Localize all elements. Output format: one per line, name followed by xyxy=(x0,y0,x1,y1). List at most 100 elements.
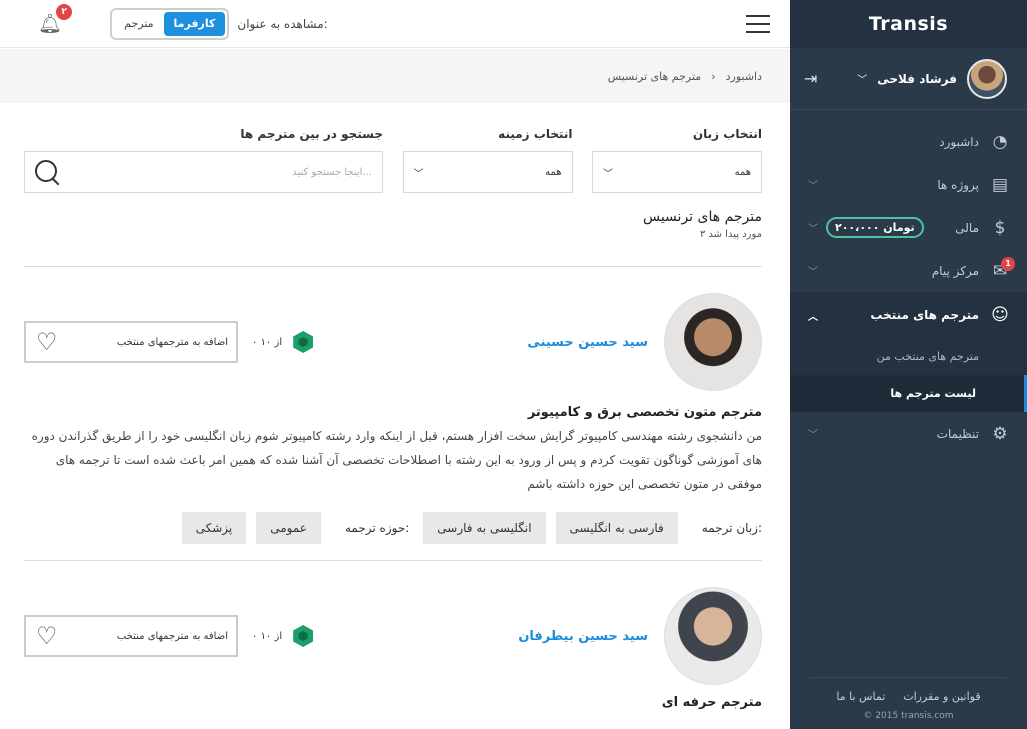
sidebar-item-label: مترجم های منتخب xyxy=(870,308,979,322)
language-tag: فارسی به انگلیسی xyxy=(555,512,678,544)
rating-value: ۰ از ۱۰ xyxy=(252,336,283,348)
hexagon-badge-icon xyxy=(293,625,314,647)
translator-card: ♡ اضافه به مترجمهای منتخب ۰ از ۱۰ سید حس… xyxy=(24,561,762,726)
sidebar-item-label: مرکز پیام xyxy=(931,263,979,278)
translator-photo[interactable] xyxy=(664,587,762,685)
chevron-down-icon: ﹀ xyxy=(808,267,818,278)
sidebar-item-projects[interactable]: ﹀ پروژه ها ▤ xyxy=(790,163,1027,206)
users-check-icon: ☺ xyxy=(991,305,1009,325)
hamburger-menu-icon[interactable] xyxy=(746,14,770,33)
chevron-down-icon: ﹀ xyxy=(413,168,424,180)
logo[interactable]: Transis xyxy=(790,0,1027,48)
copyright: © 2015 transis.com xyxy=(863,711,954,721)
logout-icon[interactable]: ⇥ xyxy=(804,69,817,88)
results-title: مترجم های ترنسیس xyxy=(642,209,762,225)
contact-link[interactable]: تماس با ما xyxy=(836,690,885,703)
sidebar-item-finance[interactable]: ﹀ ۲۰۰،۰۰۰ تومان مالی $ xyxy=(790,206,1027,249)
translator-photo[interactable] xyxy=(664,293,762,391)
rating-value: ۰ از ۱۰ xyxy=(252,630,283,642)
money-bag-icon: $ xyxy=(994,217,1006,238)
breadcrumb-current: مترجم های ترنسیس xyxy=(607,69,702,83)
filters: جستجو در بین مترجم ها اینجا جستجو کنید..… xyxy=(24,127,762,193)
sidebar-subitem-my-favorites[interactable]: مترجم های منتخب من xyxy=(790,338,1027,375)
translator-bio: من دانشجوی رشته مهندسی کامپیوتر گرایش سخ… xyxy=(31,429,762,491)
search-icon[interactable] xyxy=(33,158,61,186)
gear-icon: ⚙ xyxy=(992,423,1008,444)
avatar[interactable] xyxy=(967,58,1007,99)
chevron-up-icon: ︿ xyxy=(808,311,818,323)
field-select-value: همه xyxy=(545,166,562,178)
user-panel: ⇥ ﹀ فرشاد فلاحی xyxy=(790,48,1027,110)
translator-specialty: مترجم متون تخصصی برق و کامپیوتر xyxy=(527,405,762,420)
role-option-translator[interactable]: مترجم xyxy=(114,12,163,36)
chevron-down-icon: ﹀ xyxy=(808,430,818,441)
translator-name-link[interactable]: سید حسین حسینی xyxy=(527,335,648,350)
notification-count-badge: ۲ xyxy=(56,4,73,20)
balance-badge: ۲۰۰،۰۰۰ تومان xyxy=(826,217,924,238)
speedometer-icon: ◔ xyxy=(992,131,1008,152)
results-header: مترجم های ترنسیس ۳ مورد پیدا شد xyxy=(24,209,762,267)
hexagon-badge-icon xyxy=(293,331,314,353)
results-count: ۳ مورد پیدا شد xyxy=(699,229,762,240)
translator-name-link[interactable]: سید حسین بیطرفان xyxy=(518,629,648,644)
rating: ۰ از ۱۰ xyxy=(252,625,314,647)
field-tag: پزشکی xyxy=(181,512,247,544)
user-name[interactable]: فرشاد فلاحی xyxy=(877,72,957,86)
heart-icon: ♡ xyxy=(36,328,58,356)
search-field[interactable]: اینجا جستجو کنید... xyxy=(24,151,383,193)
sidebar-subitem-translators-list[interactable]: لیست مترجم ها xyxy=(790,375,1027,412)
main-content: جستجو در بین مترجم ها اینجا جستجو کنید..… xyxy=(24,103,762,726)
sidebar-footer: تماس با ما قوانین و مقررات © 2015 transi… xyxy=(810,677,1007,721)
chevron-down-icon: ﹀ xyxy=(808,224,818,235)
field-select[interactable]: ﹀ همه xyxy=(402,151,573,193)
translator-specialty: مترجم حرفه ای xyxy=(661,695,762,710)
breadcrumb-home-link[interactable]: داشبورد xyxy=(726,70,762,83)
breadcrumb-separator-icon: › xyxy=(711,69,716,83)
chevron-down-icon: ﹀ xyxy=(603,168,613,180)
sidebar-item-dashboard[interactable]: داشبورد ◔ xyxy=(790,120,1027,163)
field-filter-label: انتخاب زمینه xyxy=(498,127,573,141)
add-favorite-label: اضافه به مترجمهای منتخب xyxy=(116,630,228,642)
sidebar-item-label: مالی xyxy=(955,220,979,235)
sidebar: Transis ⇥ ﹀ فرشاد فلاحی داشبورد ◔ ﹀ پروژه… xyxy=(790,0,1027,729)
language-tag: انگلیسی به فارسی xyxy=(423,512,546,544)
language-filter-label: انتخاب زبان xyxy=(692,127,762,141)
search-group: جستجو در بین مترجم ها اینجا جستجو کنید..… xyxy=(24,127,383,193)
sidebar-item-label: پروژه ها xyxy=(937,177,979,192)
breadcrumb: مترجم های ترنسیس › داشبورد xyxy=(0,49,790,103)
sidebar-item-label: داشبورد xyxy=(939,134,979,149)
chevron-down-icon: ﹀ xyxy=(808,181,818,192)
sidebar-item-label: تنظیمات xyxy=(936,426,979,441)
fields-label: حوزه ترجمه: xyxy=(344,521,410,535)
brand-name: Transis xyxy=(868,13,949,35)
language-select[interactable]: ﹀ همه xyxy=(592,151,762,193)
role-option-client[interactable]: کارفرما xyxy=(163,11,226,36)
rating: ۰ از ۱۰ xyxy=(252,331,314,353)
sidebar-item-messages[interactable]: ﹀ مرکز پیام ✉ 1 xyxy=(790,249,1027,292)
add-favorite-button[interactable]: ♡ اضافه به مترجمهای منتخب xyxy=(24,615,238,657)
heart-icon: ♡ xyxy=(36,622,58,650)
add-favorite-label: اضافه به مترجمهای منتخب xyxy=(116,336,228,348)
top-bar: 🔔︎ ۲ مترجم کارفرما مشاهده به عنوان: xyxy=(0,0,790,48)
language-filter-group: انتخاب زبان ﹀ همه xyxy=(592,127,762,193)
role-label: مشاهده به عنوان: xyxy=(237,16,328,31)
document-icon: ▤ xyxy=(991,174,1009,195)
search-input[interactable]: اینجا جستجو کنید... xyxy=(292,167,372,178)
translator-tags: پزشکی عمومی حوزه ترجمه: انگلیسی به فارسی… xyxy=(24,512,762,544)
field-tag: عمومی xyxy=(256,512,321,544)
language-select-value: همه xyxy=(734,166,751,178)
role-toggle[interactable]: مترجم کارفرما xyxy=(110,7,230,40)
sidebar-menu: داشبورد ◔ ﹀ پروژه ها ▤ ﹀ ۲۰۰،۰۰۰ تومان مال… xyxy=(790,110,1027,455)
search-label: جستجو در بین مترجم ها xyxy=(240,127,383,141)
translator-card: ♡ اضافه به مترجمهای منتخب ۰ از ۱۰ سید حس… xyxy=(24,267,762,561)
languages-label: زبان ترجمه: xyxy=(701,521,762,535)
terms-link[interactable]: قوانین و مقررات xyxy=(903,690,980,703)
chevron-down-icon[interactable]: ﹀ xyxy=(857,71,867,86)
sidebar-item-settings[interactable]: ﹀ تنظیمات ⚙ xyxy=(790,412,1027,455)
sidebar-submenu: مترجم های منتخب من لیست مترجم ها xyxy=(790,338,1027,412)
sidebar-item-favorite-translators[interactable]: ︿ مترجم های منتخب ☺ xyxy=(790,292,1027,338)
add-favorite-button[interactable]: ♡ اضافه به مترجمهای منتخب xyxy=(24,321,238,363)
message-count-badge: 1 xyxy=(1001,257,1015,271)
field-filter-group: انتخاب زمینه ﹀ همه xyxy=(402,127,573,193)
notifications-button[interactable]: 🔔︎ ۲ xyxy=(38,4,73,35)
